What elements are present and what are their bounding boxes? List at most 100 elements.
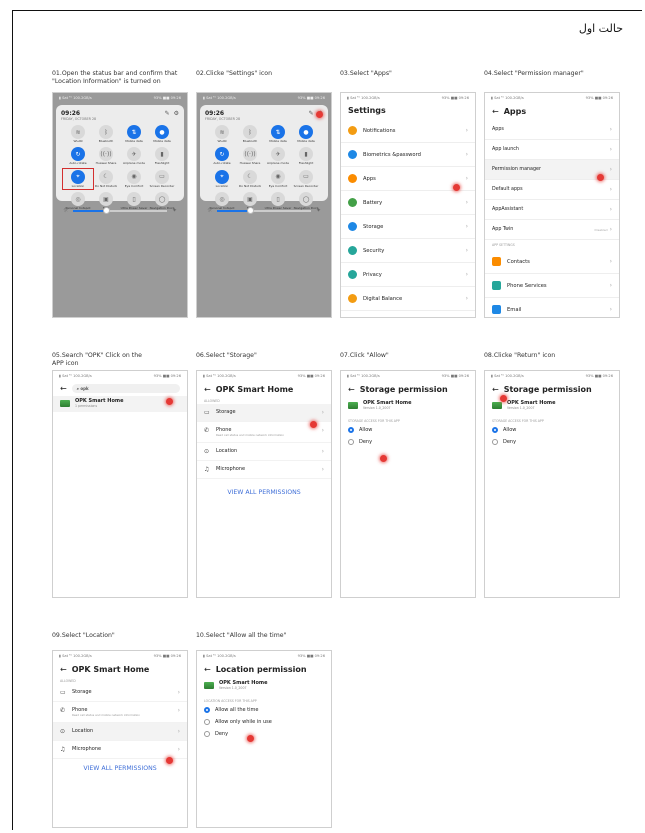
quick-toggle[interactable]: ▭ Screen Recorder [292, 169, 320, 188]
back-arrow-icon[interactable]: ← [60, 665, 67, 674]
app-settings-item[interactable]: Contacts › [485, 250, 619, 274]
radio-option[interactable]: Allow [485, 424, 619, 436]
permission-item[interactable]: ♫ Microphone › [53, 741, 187, 759]
radio-option[interactable]: Deny [197, 728, 331, 740]
permission-item[interactable]: ⊙ Location › [197, 443, 331, 461]
apps-item[interactable]: App Twin Disabled › [485, 220, 619, 240]
radio-option[interactable]: Deny [485, 436, 619, 448]
chevron-right-icon: › [321, 427, 324, 434]
view-all-permissions-button[interactable]: VIEW ALL PERMISSIONS [197, 489, 331, 496]
app-settings-item[interactable]: Phone Services › [485, 274, 619, 298]
radio-option[interactable]: Deny [341, 436, 475, 448]
quick-toggle[interactable]: ≋ WLAN [208, 125, 236, 143]
phone-icon: ✆ [60, 707, 66, 714]
quick-toggle[interactable]: ⇅ Mobile data [264, 125, 292, 143]
search-header: ← ⌕ opk [53, 381, 187, 396]
apps-item[interactable]: App launch › [485, 140, 619, 160]
settings-icon[interactable]: ⚙ [174, 110, 179, 117]
quick-toggle[interactable]: ≋ WLAN [64, 125, 92, 143]
settings-item[interactable]: Storage › [341, 215, 475, 239]
quick-toggle[interactable]: ↻ Auto-rotate [208, 147, 236, 165]
back-arrow-icon[interactable]: ← [492, 107, 499, 116]
quick-toggle[interactable]: ☾ Do Not Disturb [92, 169, 120, 188]
phone-screen-app-permissions: ▮ Sat ᵀᵃ 100.2GB/s 93% ■■ 09:26 ← OPK Smar… [52, 650, 188, 828]
quick-toggle[interactable]: ✈ Airplane mode [264, 147, 292, 165]
permission-item[interactable]: ♫ Microphone › [197, 461, 331, 479]
quick-toggle[interactable]: ↻ Auto-rotate [64, 147, 92, 165]
permission-item[interactable]: ⊙ Location › [53, 723, 187, 741]
permission-item[interactable]: ▭ Storage › [53, 684, 187, 702]
status-bar: ▮ Sat ᵀᵃ 100.2GB/s 93% ■■ 09:26 [59, 374, 181, 378]
settings-item-icon [348, 222, 357, 231]
quick-toggle[interactable]: ● Mobile data [292, 125, 320, 143]
search-input[interactable]: ⌕ opk [71, 384, 180, 393]
quick-toggle[interactable]: ᛒ Bluetooth [236, 125, 264, 143]
quick-toggle[interactable]: ▭ Screen Recorder [148, 169, 176, 188]
settings-item[interactable]: Privacy › [341, 263, 475, 287]
apps-item[interactable]: AppAssistant › [485, 200, 619, 220]
quick-toggle[interactable]: ◉ Eye Comfort [264, 169, 292, 188]
settings-item[interactable]: Security › [341, 239, 475, 263]
quick-toggle[interactable]: ((·)) Huawei Share [92, 147, 120, 165]
chevron-right-icon: › [609, 226, 612, 233]
app-settings-item[interactable]: Email › [485, 298, 619, 317]
back-arrow-icon[interactable]: ← [492, 385, 499, 394]
permission-item[interactable]: ✆ Phone Read call status and mobile networ… [53, 702, 187, 723]
app-logo [204, 681, 214, 689]
quick-toggle[interactable]: ▯ Ultra Power Saver [120, 192, 148, 210]
document-page: حالت اول 01.Open the status bar and conf… [0, 0, 645, 833]
step-caption: 01.Open the status bar and confirm that … [52, 70, 178, 85]
quick-toggle[interactable]: ⌖ Location [62, 167, 94, 191]
quick-toggle[interactable]: ▮ Flashlight [148, 147, 176, 165]
quick-toggle[interactable]: ((·)) Huawei Share [236, 147, 264, 165]
clock: 09:26 [205, 110, 225, 117]
quick-toggle[interactable]: ᛒ Bluetooth [92, 125, 120, 143]
quick-toggle[interactable]: ⇅ Mobile data [120, 125, 148, 143]
edit-icon[interactable]: ✎ [309, 110, 314, 117]
settings-item[interactable]: Notifications › [341, 119, 475, 143]
radio-option[interactable]: Allow only while in use [197, 716, 331, 728]
chevron-right-icon: › [465, 223, 468, 230]
recorder-icon: ▭ [299, 169, 313, 184]
quick-toggle[interactable]: ⌖ Location [208, 169, 236, 188]
quick-panel: 09:26 FRIDAY, OCTOBER 28 ✎⚙ ≋WLANᛒBlueto… [56, 105, 184, 210]
toggle-label: Bluetooth [98, 139, 114, 143]
permission-item[interactable]: ▭ Storage › [197, 404, 331, 422]
back-arrow-icon[interactable]: ← [204, 385, 211, 394]
back-arrow-icon[interactable]: ← [204, 665, 211, 674]
quick-toggle[interactable]: ▮ Flashlight [292, 147, 320, 165]
quick-toggle[interactable]: ● Mobile data [148, 125, 176, 143]
bell-icon: ● [299, 125, 313, 139]
quick-toggle[interactable]: ✈ Airplane mode [120, 147, 148, 165]
back-arrow-icon[interactable]: ← [348, 385, 355, 394]
edit-icon[interactable]: ✎ [165, 110, 170, 117]
date: FRIDAY, OCTOBER 28 [61, 117, 97, 121]
chevron-right-icon: › [609, 306, 612, 313]
apps-item[interactable]: Apps › [485, 120, 619, 140]
view-all-permissions-button[interactable]: VIEW ALL PERMISSIONS [53, 765, 187, 772]
toggle-label: Huawei Share [95, 161, 117, 166]
settings-item[interactable]: Battery › [341, 191, 475, 215]
chevron-right-icon: › [609, 146, 612, 153]
settings-item[interactable]: Digital Balance › [341, 287, 475, 311]
app-logo [60, 399, 70, 407]
location-permission-header: ← Location permission [204, 665, 307, 674]
step-caption: 08.Clicke "Return" icon [484, 352, 556, 359]
settings-item[interactable]: Biometrics &password › [341, 143, 475, 167]
quick-toggle[interactable]: ▯ Ultra Power Saver [264, 192, 292, 210]
quick-toggle[interactable]: ◉ Eye Comfort [120, 169, 148, 188]
radio-option[interactable]: Allow all the time [197, 704, 331, 716]
radio-option[interactable]: Allow [341, 424, 475, 436]
chevron-right-icon: › [465, 247, 468, 254]
app-info: OPK Smart Home Version 1.0_2007 [197, 678, 331, 694]
moon-icon: ☾ [243, 169, 257, 184]
apps-item[interactable]: Default apps › [485, 180, 619, 200]
document-title: حالت اول [578, 22, 623, 35]
toggle-label: Location [215, 183, 229, 188]
location-icon: ⊙ [60, 728, 66, 735]
phone-screen-settings: ▮ Sat ᵀᵃ 100.2GB/s 93% ■■ 09:26 Settings … [340, 92, 476, 318]
back-arrow-icon[interactable]: ← [60, 384, 67, 393]
quick-toggle[interactable]: ☾ Do Not Disturb [236, 169, 264, 188]
toggle-grid: ≋ WLAN ᛒ Bluetooth ⇅ Mobile data ● Mobile data ↻… [208, 125, 320, 211]
tap-marker [247, 735, 254, 742]
